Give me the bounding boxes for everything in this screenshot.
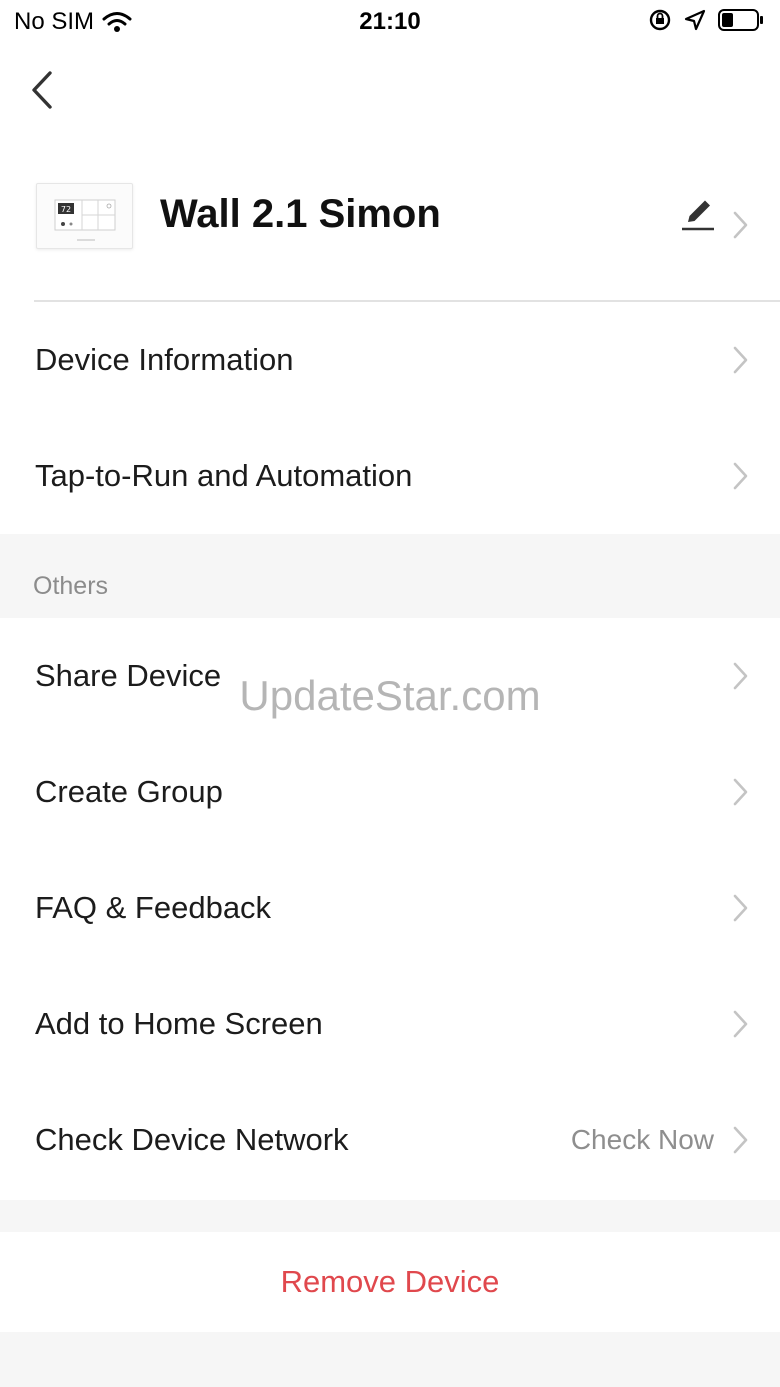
chevron-right-icon — [733, 1010, 748, 1038]
orientation-lock-icon — [649, 9, 671, 31]
device-settings-panel: 72 Wall 2.1 Simon Device Information Tap… — [0, 44, 780, 534]
menu-item-device-information[interactable]: Device Information — [0, 302, 780, 418]
back-chevron-icon — [32, 71, 52, 109]
status-bar: No SIM 21:10 — [0, 0, 780, 44]
menu-item-tap-to-run[interactable]: Tap-to-Run and Automation — [0, 418, 780, 534]
device-thumbnail: 72 — [36, 183, 133, 249]
menu-item-label: Share Device — [35, 658, 222, 693]
chevron-right-icon — [733, 211, 748, 239]
menu-item-label: Create Group — [35, 774, 223, 809]
status-right — [648, 8, 764, 32]
thumbnail-screen-text: 72 — [61, 205, 71, 214]
menu-item-label: Check Device Network — [35, 1122, 349, 1157]
chevron-right-icon — [733, 662, 748, 690]
device-name: Wall 2.1 Simon — [160, 192, 441, 236]
chevron-right-icon — [733, 346, 748, 374]
others-group: Share Device Create Group FAQ & Feedback… — [0, 618, 780, 1200]
wall-switch-image: 72 — [54, 199, 116, 241]
menu-item-create-group[interactable]: Create Group — [0, 734, 780, 850]
chevron-right-icon — [733, 894, 748, 922]
menu-item-add-to-home-screen[interactable]: Add to Home Screen — [0, 966, 780, 1082]
menu-item-label: Add to Home Screen — [35, 1006, 323, 1041]
chevron-right-icon — [733, 778, 748, 806]
device-header[interactable]: 72 Wall 2.1 Simon — [0, 170, 780, 280]
remove-device-label: Remove Device — [280, 1264, 500, 1299]
chevron-right-icon — [733, 1126, 748, 1154]
section-header-label: Others — [33, 572, 109, 600]
check-now-value: Check Now — [570, 1124, 714, 1155]
section-header-others: Others — [0, 534, 780, 618]
menu-item-share-device[interactable]: Share Device — [0, 618, 780, 734]
back-button[interactable] — [22, 66, 62, 114]
menu-item-label: Device Information — [35, 342, 294, 377]
battery-icon — [718, 9, 763, 31]
remove-device-button[interactable]: Remove Device — [0, 1232, 780, 1332]
menu-item-label: Tap-to-Run and Automation — [35, 458, 413, 493]
menu-item-check-device-network[interactable]: Check Device Network Check Now — [0, 1082, 780, 1198]
location-arrow-icon — [684, 9, 706, 31]
chevron-right-icon — [733, 462, 748, 490]
edit-pencil-icon[interactable] — [680, 196, 716, 232]
menu-item-label: FAQ & Feedback — [35, 890, 272, 925]
menu-item-faq-feedback[interactable]: FAQ & Feedback — [0, 850, 780, 966]
